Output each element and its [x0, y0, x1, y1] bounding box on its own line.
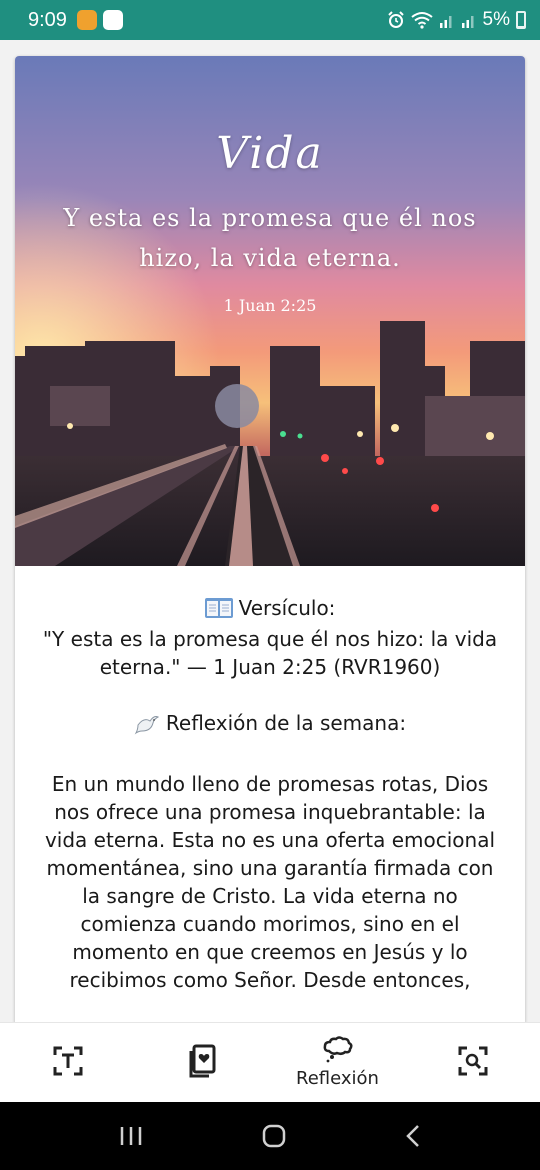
verse-heading-row: Versículo:: [35, 594, 505, 625]
nav-label-reflection: Reflexión: [296, 1068, 379, 1089]
nav-bible[interactable]: [135, 1023, 270, 1102]
status-indicators: 5%: [387, 9, 526, 31]
bottom-navigation: Reflexión: [0, 1022, 540, 1102]
dove-icon: [134, 716, 160, 735]
hero-reference: 1 Juan 2:25: [223, 296, 317, 315]
signal-icon: [461, 16, 474, 28]
bible-heart-icon: [189, 1044, 215, 1077]
open-book-icon: [204, 598, 233, 618]
message-notification-icon: [102, 10, 123, 30]
reflection-content: Versículo: "Y esta es la promesa que él …: [15, 566, 525, 994]
reflection-heading: Reflexión de la semana:: [165, 711, 407, 735]
nav-image-search[interactable]: [405, 1023, 540, 1102]
verse-text: "Y esta es la promesa que él nos hizo: l…: [42, 627, 498, 679]
verse-heading: Versículo:: [238, 596, 336, 620]
reflection-text: En un mundo lleno de promesas rotas, Dio…: [44, 772, 496, 992]
status-time: 9:09: [28, 8, 67, 31]
app-notification-icon: [76, 10, 97, 30]
system-navigation-bar: [0, 1102, 540, 1170]
image-search-icon: [458, 1046, 487, 1075]
nav-reflection[interactable]: Reflexión: [270, 1023, 405, 1102]
status-bar: 9:09 5%: [0, 0, 540, 40]
home-icon[interactable]: [262, 1124, 286, 1148]
reflection-heading-row: Reflexión de la semana:: [35, 709, 505, 742]
recent-apps-icon[interactable]: [119, 1125, 143, 1147]
back-icon[interactable]: [405, 1124, 421, 1148]
wifi-icon: [410, 12, 433, 29]
reflection-card: Vida Y esta es la promesa que él nos hiz…: [15, 56, 525, 1026]
thought-bubble-icon: [323, 1036, 353, 1063]
battery-percent: 5%: [482, 9, 510, 30]
nav-text-scan[interactable]: [0, 1023, 135, 1102]
hero-verse: Y esta es la promesa que él nos hizo, la…: [63, 204, 477, 272]
signal-icon: [439, 16, 452, 28]
text-scan-icon: [53, 1046, 82, 1075]
hero-title: Vida: [216, 128, 324, 179]
alarm-icon: [387, 11, 404, 28]
battery-icon: [516, 11, 526, 29]
hero-image[interactable]: Vida Y esta es la promesa que él nos hiz…: [15, 56, 525, 566]
